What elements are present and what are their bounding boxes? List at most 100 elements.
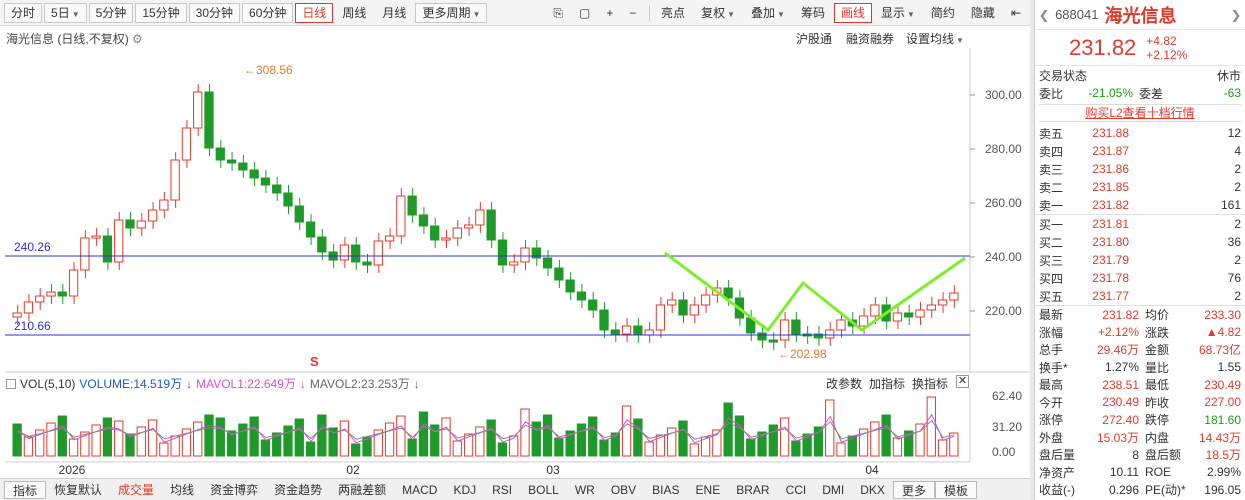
indicator-tab[interactable]: ENE (688, 481, 729, 499)
indicator-tab[interactable]: KDJ (445, 481, 484, 499)
level-volume: 76 (1227, 271, 1241, 285)
stat-label: 金额 (1145, 343, 1170, 358)
indicator-tab[interactable]: 资金博弈 (202, 481, 266, 499)
stat-row: 盘后量 8 盘后额 18.5万 (1035, 446, 1245, 464)
candle-body (825, 329, 835, 339)
bid-level[interactable]: 买五 231.77 2 (1035, 287, 1245, 305)
hline-lower-label: 210.66 (14, 319, 51, 333)
hline-upper-label: 240.26 (14, 240, 51, 254)
settings-icon[interactable]: ⚙ (132, 32, 143, 46)
kline-chart[interactable]: 300.00 280.00 260.00 240.00 220.00 240.26 21… (0, 0, 1030, 478)
candle-body (926, 304, 936, 311)
candle-body (181, 127, 192, 161)
link-hk-connect[interactable]: 沪股通 (796, 30, 832, 47)
indicator-tab[interactable]: WR (567, 481, 603, 499)
bid-level[interactable]: 买三 231.79 2 (1035, 251, 1245, 269)
volume-bar (836, 442, 846, 457)
switch-indicator-button[interactable]: 换指标 (912, 375, 948, 392)
level-label: 卖二 (1039, 180, 1064, 195)
collapse-checkbox[interactable] (6, 378, 16, 389)
edit-params-button[interactable]: 改参数 (826, 375, 862, 392)
ask-level[interactable]: 卖一 231.82 161 (1035, 196, 1245, 214)
volume-bar (497, 442, 508, 457)
candle-body (836, 319, 846, 331)
ask-level[interactable]: 卖二 231.85 2 (1035, 178, 1245, 196)
indicator-tab[interactable]: BIAS (644, 481, 687, 499)
indicator-tab[interactable]: 均线 (162, 481, 202, 499)
weibi-value: -21.05% (1088, 86, 1133, 100)
indicator-tab[interactable]: BOLL (520, 481, 567, 499)
ask-level[interactable]: 卖五 231.88 12 (1035, 124, 1245, 142)
stat-row: 换手* 1.27% 量比 1.55 (1035, 359, 1245, 377)
time-tick-label: 2026 (59, 463, 86, 477)
candle-body (509, 261, 519, 266)
volume-bar (452, 440, 462, 457)
bid-level[interactable]: 买四 231.78 76 (1035, 269, 1245, 287)
indicator-tab[interactable]: DKX (852, 481, 893, 499)
indicator-tab[interactable]: DMI (814, 481, 852, 499)
add-indicator-button[interactable]: 加指标 (869, 375, 905, 392)
forward-icon[interactable]: ❯ (1231, 8, 1245, 22)
stat-label: 收益(-) (1039, 483, 1075, 498)
chart-title: 海光信息 (日线,不复权) ⚙ (6, 30, 143, 47)
max-price-label: ←308.56 (244, 63, 293, 77)
candle-body (757, 332, 767, 341)
level-volume: 2 (1234, 253, 1241, 267)
candle-body (452, 227, 462, 239)
stat-label: 外盘 (1039, 430, 1064, 445)
indicator-tab[interactable]: CCI (778, 481, 815, 499)
indicator-tab[interactable]: RSI (484, 481, 520, 499)
volume-bar (68, 438, 79, 457)
volume-bar (12, 423, 22, 457)
bid-level[interactable]: 买一 231.81 2 (1035, 215, 1245, 233)
candle-body (91, 235, 101, 239)
back-icon[interactable]: ❮ (1039, 8, 1049, 22)
level-label: 卖四 (1039, 144, 1064, 159)
indicator-tab[interactable]: 更多 (892, 480, 935, 499)
indicator-tab[interactable]: 恢复默认 (46, 481, 110, 499)
ma-settings-button[interactable]: 设置均线 ▼ (906, 30, 964, 47)
stat-label: 涨幅 (1039, 325, 1064, 340)
candle-body (463, 224, 474, 229)
bid-level[interactable]: 买二 231.80 36 (1035, 233, 1245, 251)
stat-row: 净资产 10.11 ROE 2.99% (1035, 464, 1245, 482)
close-icon[interactable]: ✕ (956, 375, 969, 388)
stat-label: 盘后额 (1145, 448, 1182, 463)
indicator-tab[interactable]: 两融差额 (330, 481, 394, 499)
stat-label: 盘后量 (1039, 448, 1076, 463)
stat-value: 1.27% (1104, 360, 1139, 375)
link-margin[interactable]: 融资融券 (846, 30, 894, 47)
candle-body (610, 329, 620, 335)
buy-l2-link[interactable]: 购买L2查看十档行情 (1039, 104, 1241, 122)
candle-body (554, 267, 564, 281)
indicator-tab[interactable]: BRAR (728, 481, 777, 499)
indicator-tab[interactable]: 指标 (4, 480, 47, 499)
volume-indicator-name: VOL(5,10) (20, 376, 76, 391)
weibi-label: 委比 (1039, 86, 1064, 101)
ask-level[interactable]: 卖四 231.87 4 (1035, 142, 1245, 160)
volume-bar (791, 440, 801, 457)
candle-body (655, 304, 666, 331)
indicator-tab[interactable]: MACD (394, 481, 445, 499)
candle-body (407, 195, 417, 216)
volume-bar (91, 424, 101, 457)
stat-value: 14.43万 (1198, 430, 1241, 445)
stat-row: 涨幅 +2.12% 涨跌 ▲4.82 (1035, 324, 1245, 342)
stat-value: ▲4.82 (1205, 325, 1241, 340)
level-label: 买一 (1039, 217, 1064, 232)
candle-body (373, 240, 383, 266)
ask-level[interactable]: 卖三 231.86 2 (1035, 160, 1245, 178)
volume-bars (12, 396, 959, 457)
price-ticks: 300.00 280.00 260.00 240.00 220.00 (970, 88, 1022, 318)
indicator-tab[interactable]: OBV (603, 481, 644, 499)
candle-body (260, 177, 271, 186)
chevron-down-icon: ▼ (956, 36, 964, 45)
candle-body (892, 312, 903, 322)
quote-panel: ❮ 688041 海光信息 ❯ 231.82 +4.82 +2.12% 交易状态… (1034, 0, 1245, 500)
indicator-tab[interactable]: 模板 (934, 480, 977, 499)
volume-bar (633, 418, 643, 457)
indicator-tab[interactable]: 成交量 (110, 481, 162, 499)
indicator-tab[interactable]: 资金趋势 (266, 481, 330, 499)
candle-body (565, 279, 575, 293)
level-label: 卖五 (1039, 126, 1064, 141)
